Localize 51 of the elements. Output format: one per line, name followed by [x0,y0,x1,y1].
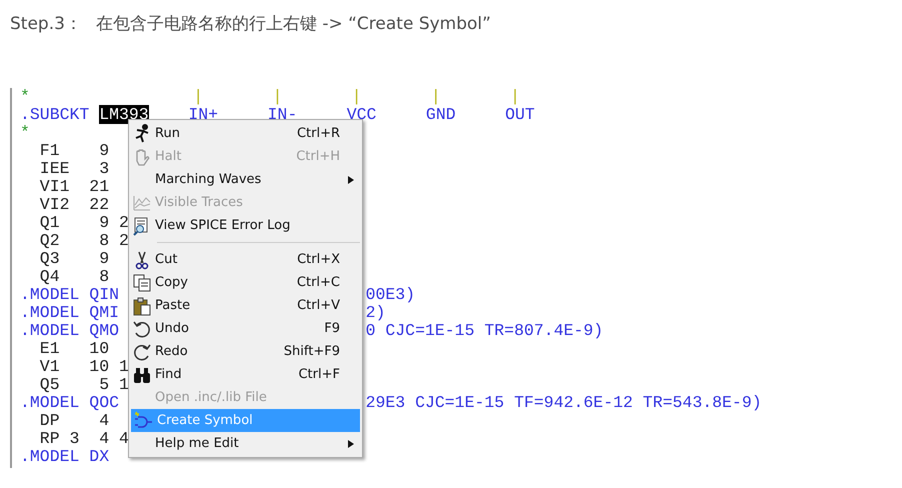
code-line-tail: 2) [366,304,386,322]
code-line: * [20,123,30,142]
code-line: .MODEL QMI [20,303,120,322]
pin-marker: | [271,88,282,106]
code-line: Q4 8 [38,267,110,286]
code-line-tail: 29E3 CJC=1E-15 TF=942.6E-12 TR=543.8E-9) [366,394,762,412]
code-line: VI2 22 [38,195,110,214]
code-line: .MODEL QOC [20,393,120,412]
menu-item[interactable]: Run Ctrl+R [129,122,362,145]
menu-item[interactable]: Find Ctrl+F [129,363,362,386]
redo-arrow-icon [132,342,152,362]
code-line: Q3 9 [38,249,110,268]
pin-name: VCC [346,105,376,124]
code-line: V1 10 1 [38,357,129,376]
menu-item[interactable]: Help me Edit [129,432,362,455]
code-line: .MODEL QMO [20,321,120,340]
menu-item[interactable]: Undo F9 [129,317,362,340]
code-line-tail: 00E3) [366,286,416,304]
code-line-tail: 0 CJC=1E-15 TR=807.4E-9) [366,322,604,340]
subckt-keyword: .SUBCKT [20,106,90,124]
pin-name: IN+ [188,105,218,124]
code-line: .MODEL QIN [20,285,120,304]
pin-marker: | [350,88,362,106]
step-label: Step.3： [10,13,82,36]
pin-name: OUT [505,105,535,124]
code-line: Q5 5 1 [38,375,129,394]
menu-item[interactable]: Cut Ctrl+X [129,248,362,271]
code-line: VI1 21 [38,177,110,196]
code-line: F1 9 [38,141,110,160]
code-line: .MODEL DX [20,447,110,466]
comment-marker-text: * [20,88,30,106]
code-line: E1 10 [38,339,110,358]
pin-marker: | [192,88,204,106]
code-line: IEE 3 [38,159,110,178]
code-line: Q1 9 2 [38,213,129,232]
menu-item[interactable]: Redo Shift+F9 [129,340,362,363]
pin-marker: | [509,88,520,106]
code-line: RP 3 4 4 [38,429,129,448]
clipboard-icon [132,296,152,316]
code-line: DP 4 [38,411,110,430]
copy-icon [132,272,152,292]
menu-item[interactable]: View SPICE Error Log [129,214,362,237]
menu-item[interactable]: Copy Ctrl+C [129,271,362,294]
pin-marker: | [430,88,441,106]
code-line: Q2 8 2 [38,231,129,250]
pin-name: GND [426,105,456,124]
pin-name: IN- [268,105,298,124]
menu-item[interactable]: Paste Ctrl+V [129,294,362,317]
menu-item[interactable]: Marching Waves [129,168,362,191]
gate-symbol-icon [134,410,154,430]
instruction-text: 在包含子电路名称的行上右键 -> “Create Symbol” [96,13,491,36]
